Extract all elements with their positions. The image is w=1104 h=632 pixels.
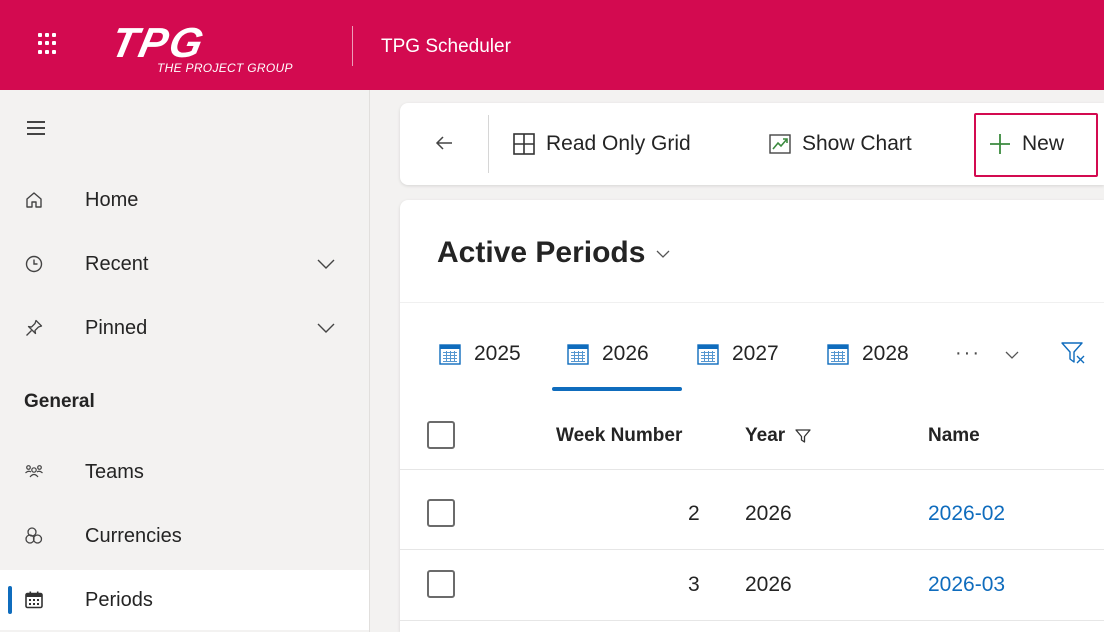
chevron-down-icon[interactable] [315, 317, 337, 339]
cell-name-link[interactable]: 2026-03 [928, 573, 1005, 597]
logo-text: TPG [107, 19, 210, 66]
tab-label: 2025 [474, 342, 521, 365]
row-checkbox[interactable] [427, 499, 455, 527]
sidebar: Home Recent Pinned General Teams Currenc… [0, 90, 370, 632]
back-arrow-icon[interactable] [434, 133, 454, 153]
tpg-logo: TPG THE PROJECT GROUP [107, 19, 342, 78]
app-title[interactable]: TPG Scheduler [381, 36, 511, 58]
view-title: Active Periods [437, 236, 646, 269]
column-header-year[interactable]: Year [745, 425, 811, 447]
calendar-icon [23, 589, 45, 611]
more-tabs-button[interactable]: ··· [955, 342, 981, 365]
tab-label: 2028 [862, 342, 909, 365]
read-only-grid-button[interactable]: Read Only Grid [512, 127, 691, 161]
calendar-icon [827, 344, 849, 365]
sidebar-item-recent[interactable]: Recent [0, 234, 369, 294]
sidebar-item-label: Currencies [85, 524, 182, 547]
show-chart-label: Show Chart [802, 132, 912, 155]
tab-label: 2026 [602, 342, 649, 365]
sidebar-item-currencies[interactable]: Currencies [0, 506, 369, 566]
home-icon [23, 189, 45, 211]
sidebar-item-teams[interactable]: Teams [0, 442, 369, 502]
sidebar-item-label: Pinned [85, 316, 148, 339]
column-header-week-number[interactable]: Week Number [556, 425, 682, 447]
chevron-down-icon[interactable] [1003, 346, 1021, 364]
show-chart-button[interactable]: Show Chart [768, 127, 912, 161]
hamburger-icon[interactable] [27, 121, 45, 135]
command-separator [488, 115, 489, 173]
section-label-general: General [24, 391, 95, 412]
sidebar-item-label: Periods [85, 588, 153, 611]
select-all-checkbox[interactable] [427, 421, 455, 449]
tab-2028[interactable]: 2028 [826, 336, 909, 372]
cell-year: 2026 [745, 573, 792, 596]
clock-icon [23, 253, 45, 275]
people-icon [23, 461, 45, 483]
sidebar-item-pinned[interactable]: Pinned [0, 298, 369, 358]
top-bar: TPG THE PROJECT GROUP TPG Scheduler [0, 0, 1104, 90]
coins-icon [23, 525, 45, 547]
cell-year: 2026 [745, 502, 792, 525]
tab-2025[interactable]: 2025 [438, 336, 521, 372]
tab-2027[interactable]: 2027 [696, 336, 779, 372]
chevron-down-icon[interactable] [315, 253, 337, 275]
calendar-icon [697, 344, 719, 365]
pin-icon [23, 317, 45, 339]
column-header-name[interactable]: Name [928, 425, 980, 447]
tab-label: 2027 [732, 342, 779, 365]
calendar-icon [567, 344, 589, 365]
cell-week-number: 3 [688, 573, 700, 596]
divider [400, 302, 1104, 303]
column-header-label: Year [745, 425, 786, 446]
read-only-grid-label: Read Only Grid [546, 132, 691, 155]
grid-icon [513, 133, 535, 155]
table-row[interactable]: 2 2026 2026-02 [400, 480, 1104, 550]
sidebar-item-label: Teams [85, 460, 144, 483]
clear-filter-icon[interactable] [1060, 340, 1088, 366]
chevron-down-icon [655, 236, 671, 270]
table-row[interactable]: 3 2026 2026-03 [400, 551, 1104, 621]
tab-2026[interactable]: 2026 [566, 336, 649, 372]
filter-icon [795, 429, 811, 443]
sidebar-item-periods[interactable]: Periods [0, 570, 369, 630]
view-selector[interactable]: Active Periods [437, 236, 671, 270]
new-button-highlight [974, 113, 1098, 177]
main-content: Active Periods 2025 2026 2027 2028 ··· W… [400, 200, 1104, 632]
row-checkbox[interactable] [427, 570, 455, 598]
app-launcher-icon[interactable] [38, 33, 60, 55]
sidebar-item-label: Home [85, 188, 139, 211]
sidebar-item-label: Recent [85, 252, 149, 275]
cell-week-number: 2 [688, 502, 700, 525]
sidebar-item-home[interactable]: Home [0, 170, 369, 230]
calendar-icon [439, 344, 461, 365]
logo-subtext: THE PROJECT GROUP [157, 61, 293, 75]
selected-tab-indicator [552, 387, 682, 391]
header-divider [352, 26, 353, 66]
chart-icon [769, 134, 791, 154]
cell-name-link[interactable]: 2026-02 [928, 502, 1005, 526]
